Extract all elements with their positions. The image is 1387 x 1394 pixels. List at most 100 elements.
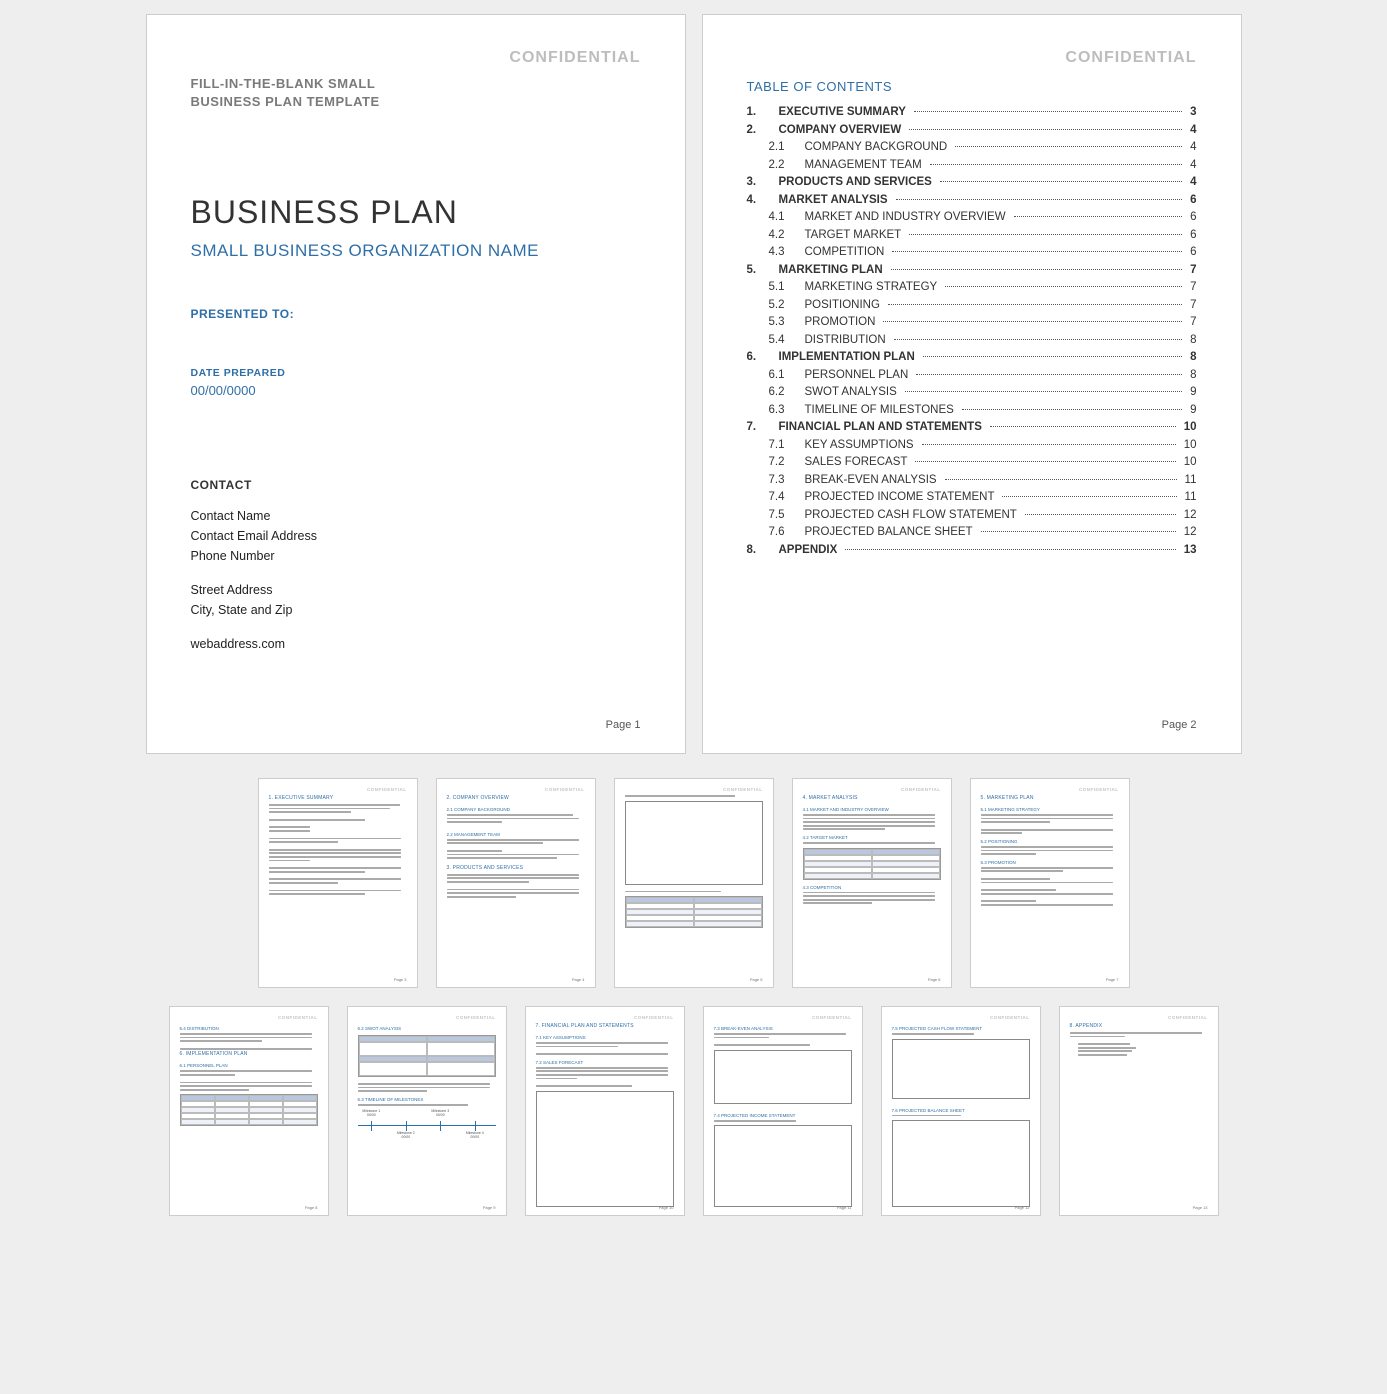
toc-label: KEY ASSUMPTIONS bbox=[805, 439, 914, 451]
toc-page: 4 bbox=[1190, 176, 1196, 188]
confidential-stamp: CONFIDENTIAL bbox=[180, 1015, 318, 1020]
confidential-stamp: CONFIDENTIAL bbox=[536, 1015, 674, 1020]
thumb-heading: 5.4 DISTRIBUTION bbox=[180, 1026, 318, 1031]
document-title: BUSINESS PLAN bbox=[191, 194, 641, 231]
toc-leader-dots bbox=[923, 356, 1182, 357]
thumb-subheading: 5.3 PROMOTION bbox=[981, 860, 1119, 865]
toc-number: 7. bbox=[747, 421, 773, 433]
toc-leader-dots bbox=[896, 199, 1183, 200]
toc-label: PROJECTED BALANCE SHEET bbox=[805, 526, 973, 538]
thumbnail-page-3: CONFIDENTIAL 1. EXECUTIVE SUMMARY Page 3 bbox=[258, 778, 418, 988]
chart-placeholder bbox=[714, 1125, 852, 1207]
thumb-subheading: 2.2 MANAGEMENT TEAM bbox=[447, 832, 585, 837]
thumb-subheading: 7.4 PROJECTED INCOME STATEMENT bbox=[714, 1113, 852, 1118]
toc-leader-dots bbox=[990, 426, 1176, 427]
toc-entry: 7.2SALES FORECAST10 bbox=[747, 456, 1197, 468]
confidential-stamp: CONFIDENTIAL bbox=[358, 1015, 496, 1020]
toc-entry: 5.1MARKETING STRATEGY7 bbox=[747, 281, 1197, 293]
toc-label: COMPANY BACKGROUND bbox=[805, 141, 948, 153]
thumb-heading: 2. COMPANY OVERVIEW bbox=[447, 795, 585, 801]
thumb-subheading: 4.3 COMPETITION bbox=[803, 885, 941, 890]
thumbnail-page-10: CONFIDENTIAL 7. FINANCIAL PLAN AND STATE… bbox=[525, 1006, 685, 1216]
toc-page: 9 bbox=[1190, 386, 1196, 398]
thumb-heading: 7.5 PROJECTED CASH FLOW STATEMENT bbox=[892, 1026, 1030, 1031]
toc-page: 6 bbox=[1190, 194, 1196, 206]
toc-label: MARKETING STRATEGY bbox=[805, 281, 938, 293]
toc-number: 4.1 bbox=[769, 211, 799, 223]
toc-page: 7 bbox=[1190, 281, 1196, 293]
toc-number: 7.2 bbox=[769, 456, 799, 468]
toc-entry: 6.IMPLEMENTATION PLAN8 bbox=[747, 351, 1197, 363]
toc-number: 6.2 bbox=[769, 386, 799, 398]
toc-label: PROMOTION bbox=[805, 316, 876, 328]
thumb-subheading: 7.6 PROJECTED BALANCE SHEET bbox=[892, 1108, 1030, 1113]
toc-page: 7 bbox=[1190, 264, 1196, 276]
toc-entry: 2.2MANAGEMENT TEAM4 bbox=[747, 159, 1197, 171]
organization-name: SMALL BUSINESS ORGANIZATION NAME bbox=[191, 241, 641, 261]
thumb-subheading: 7.1 KEY ASSUMPTIONS bbox=[536, 1035, 674, 1040]
thumbnail-strip: CONFIDENTIAL 1. EXECUTIVE SUMMARY Page 3… bbox=[14, 778, 1373, 1216]
confidential-stamp: CONFIDENTIAL bbox=[191, 49, 641, 67]
toc-entry: 6.3TIMELINE OF MILESTONES9 bbox=[747, 404, 1197, 416]
toc-page: 8 bbox=[1190, 351, 1196, 363]
date-prepared-value: 00/00/0000 bbox=[191, 383, 641, 398]
toc-number: 3. bbox=[747, 176, 773, 188]
toc-number: 7.4 bbox=[769, 491, 799, 503]
thumbnail-row-1: CONFIDENTIAL 1. EXECUTIVE SUMMARY Page 3… bbox=[258, 778, 1130, 988]
toc-number: 2.1 bbox=[769, 141, 799, 153]
thumbnail-page-9: CONFIDENTIAL 6.2 SWOT ANALYSIS 6.3 TIMEL… bbox=[347, 1006, 507, 1216]
toc-label: POSITIONING bbox=[805, 299, 880, 311]
thumbnail-page-4: CONFIDENTIAL 2. COMPANY OVERVIEW 2.1 COM… bbox=[436, 778, 596, 988]
confidential-stamp: CONFIDENTIAL bbox=[447, 787, 585, 792]
thumb-page-number: Page 4 bbox=[572, 977, 585, 982]
confidential-stamp: CONFIDENTIAL bbox=[1070, 1015, 1208, 1020]
toc-leader-dots bbox=[962, 409, 1182, 410]
toc-leader-dots bbox=[930, 164, 1182, 165]
toc-number: 5. bbox=[747, 264, 773, 276]
thumb-page-number: Page 12 bbox=[1015, 1205, 1030, 1210]
thumb-page-number: Page 10 bbox=[659, 1205, 674, 1210]
toc-entry: 7.FINANCIAL PLAN AND STATEMENTS10 bbox=[747, 421, 1197, 433]
toc-leader-dots bbox=[940, 181, 1182, 182]
toc-label: BREAK-EVEN ANALYSIS bbox=[805, 474, 937, 486]
toc-number: 6.1 bbox=[769, 369, 799, 381]
toc-page: 13 bbox=[1184, 544, 1197, 556]
toc-entry: 2.1COMPANY BACKGROUND4 bbox=[747, 141, 1197, 153]
toc-entry: 8.APPENDIX13 bbox=[747, 544, 1197, 556]
toc-number: 4.2 bbox=[769, 229, 799, 241]
toc-entry: 4.MARKET ANALYSIS6 bbox=[747, 194, 1197, 206]
confidential-stamp: CONFIDENTIAL bbox=[981, 787, 1119, 792]
toc-page: 6 bbox=[1190, 229, 1196, 241]
thumb-heading: 4. MARKET ANALYSIS bbox=[803, 795, 941, 801]
patent-table bbox=[625, 896, 763, 928]
toc-leader-dots bbox=[1014, 216, 1183, 217]
chart-placeholder bbox=[892, 1039, 1030, 1099]
toc-label: SWOT ANALYSIS bbox=[805, 386, 897, 398]
chart-placeholder bbox=[892, 1120, 1030, 1207]
contact-street: Street Address bbox=[191, 580, 641, 600]
toc-number: 5.4 bbox=[769, 334, 799, 346]
toc-page: 9 bbox=[1190, 404, 1196, 416]
toc-leader-dots bbox=[915, 461, 1175, 462]
thumbnail-page-11: CONFIDENTIAL 7.3 BREAK-EVEN ANALYSIS 7.4… bbox=[703, 1006, 863, 1216]
toc-label: MARKET AND INDUSTRY OVERVIEW bbox=[805, 211, 1006, 223]
toc-entry: 4.3COMPETITION6 bbox=[747, 246, 1197, 258]
toc-number: 2.2 bbox=[769, 159, 799, 171]
toc-leader-dots bbox=[916, 374, 1182, 375]
table-of-contents: 1.EXECUTIVE SUMMARY32.COMPANY OVERVIEW42… bbox=[747, 106, 1197, 561]
contact-city: City, State and Zip bbox=[191, 600, 641, 620]
presented-to-label: PRESENTED TO: bbox=[191, 307, 641, 321]
page-2: CONFIDENTIAL TABLE OF CONTENTS 1.EXECUTI… bbox=[702, 14, 1242, 754]
toc-entry: 6.1PERSONNEL PLAN8 bbox=[747, 369, 1197, 381]
thumb-page-number: Page 6 bbox=[928, 977, 941, 982]
toc-number: 4.3 bbox=[769, 246, 799, 258]
toc-entry: 7.5PROJECTED CASH FLOW STATEMENT12 bbox=[747, 509, 1197, 521]
thumbnail-page-7: CONFIDENTIAL 5. MARKETING PLAN 5.1 MARKE… bbox=[970, 778, 1130, 988]
confidential-stamp: CONFIDENTIAL bbox=[714, 1015, 852, 1020]
toc-entry: 5.2POSITIONING7 bbox=[747, 299, 1197, 311]
confidential-stamp: CONFIDENTIAL bbox=[803, 787, 941, 792]
toc-number: 1. bbox=[747, 106, 773, 118]
date-prepared-label: DATE PREPARED bbox=[191, 367, 641, 379]
swot-table bbox=[358, 1035, 496, 1077]
toc-leader-dots bbox=[905, 391, 1182, 392]
